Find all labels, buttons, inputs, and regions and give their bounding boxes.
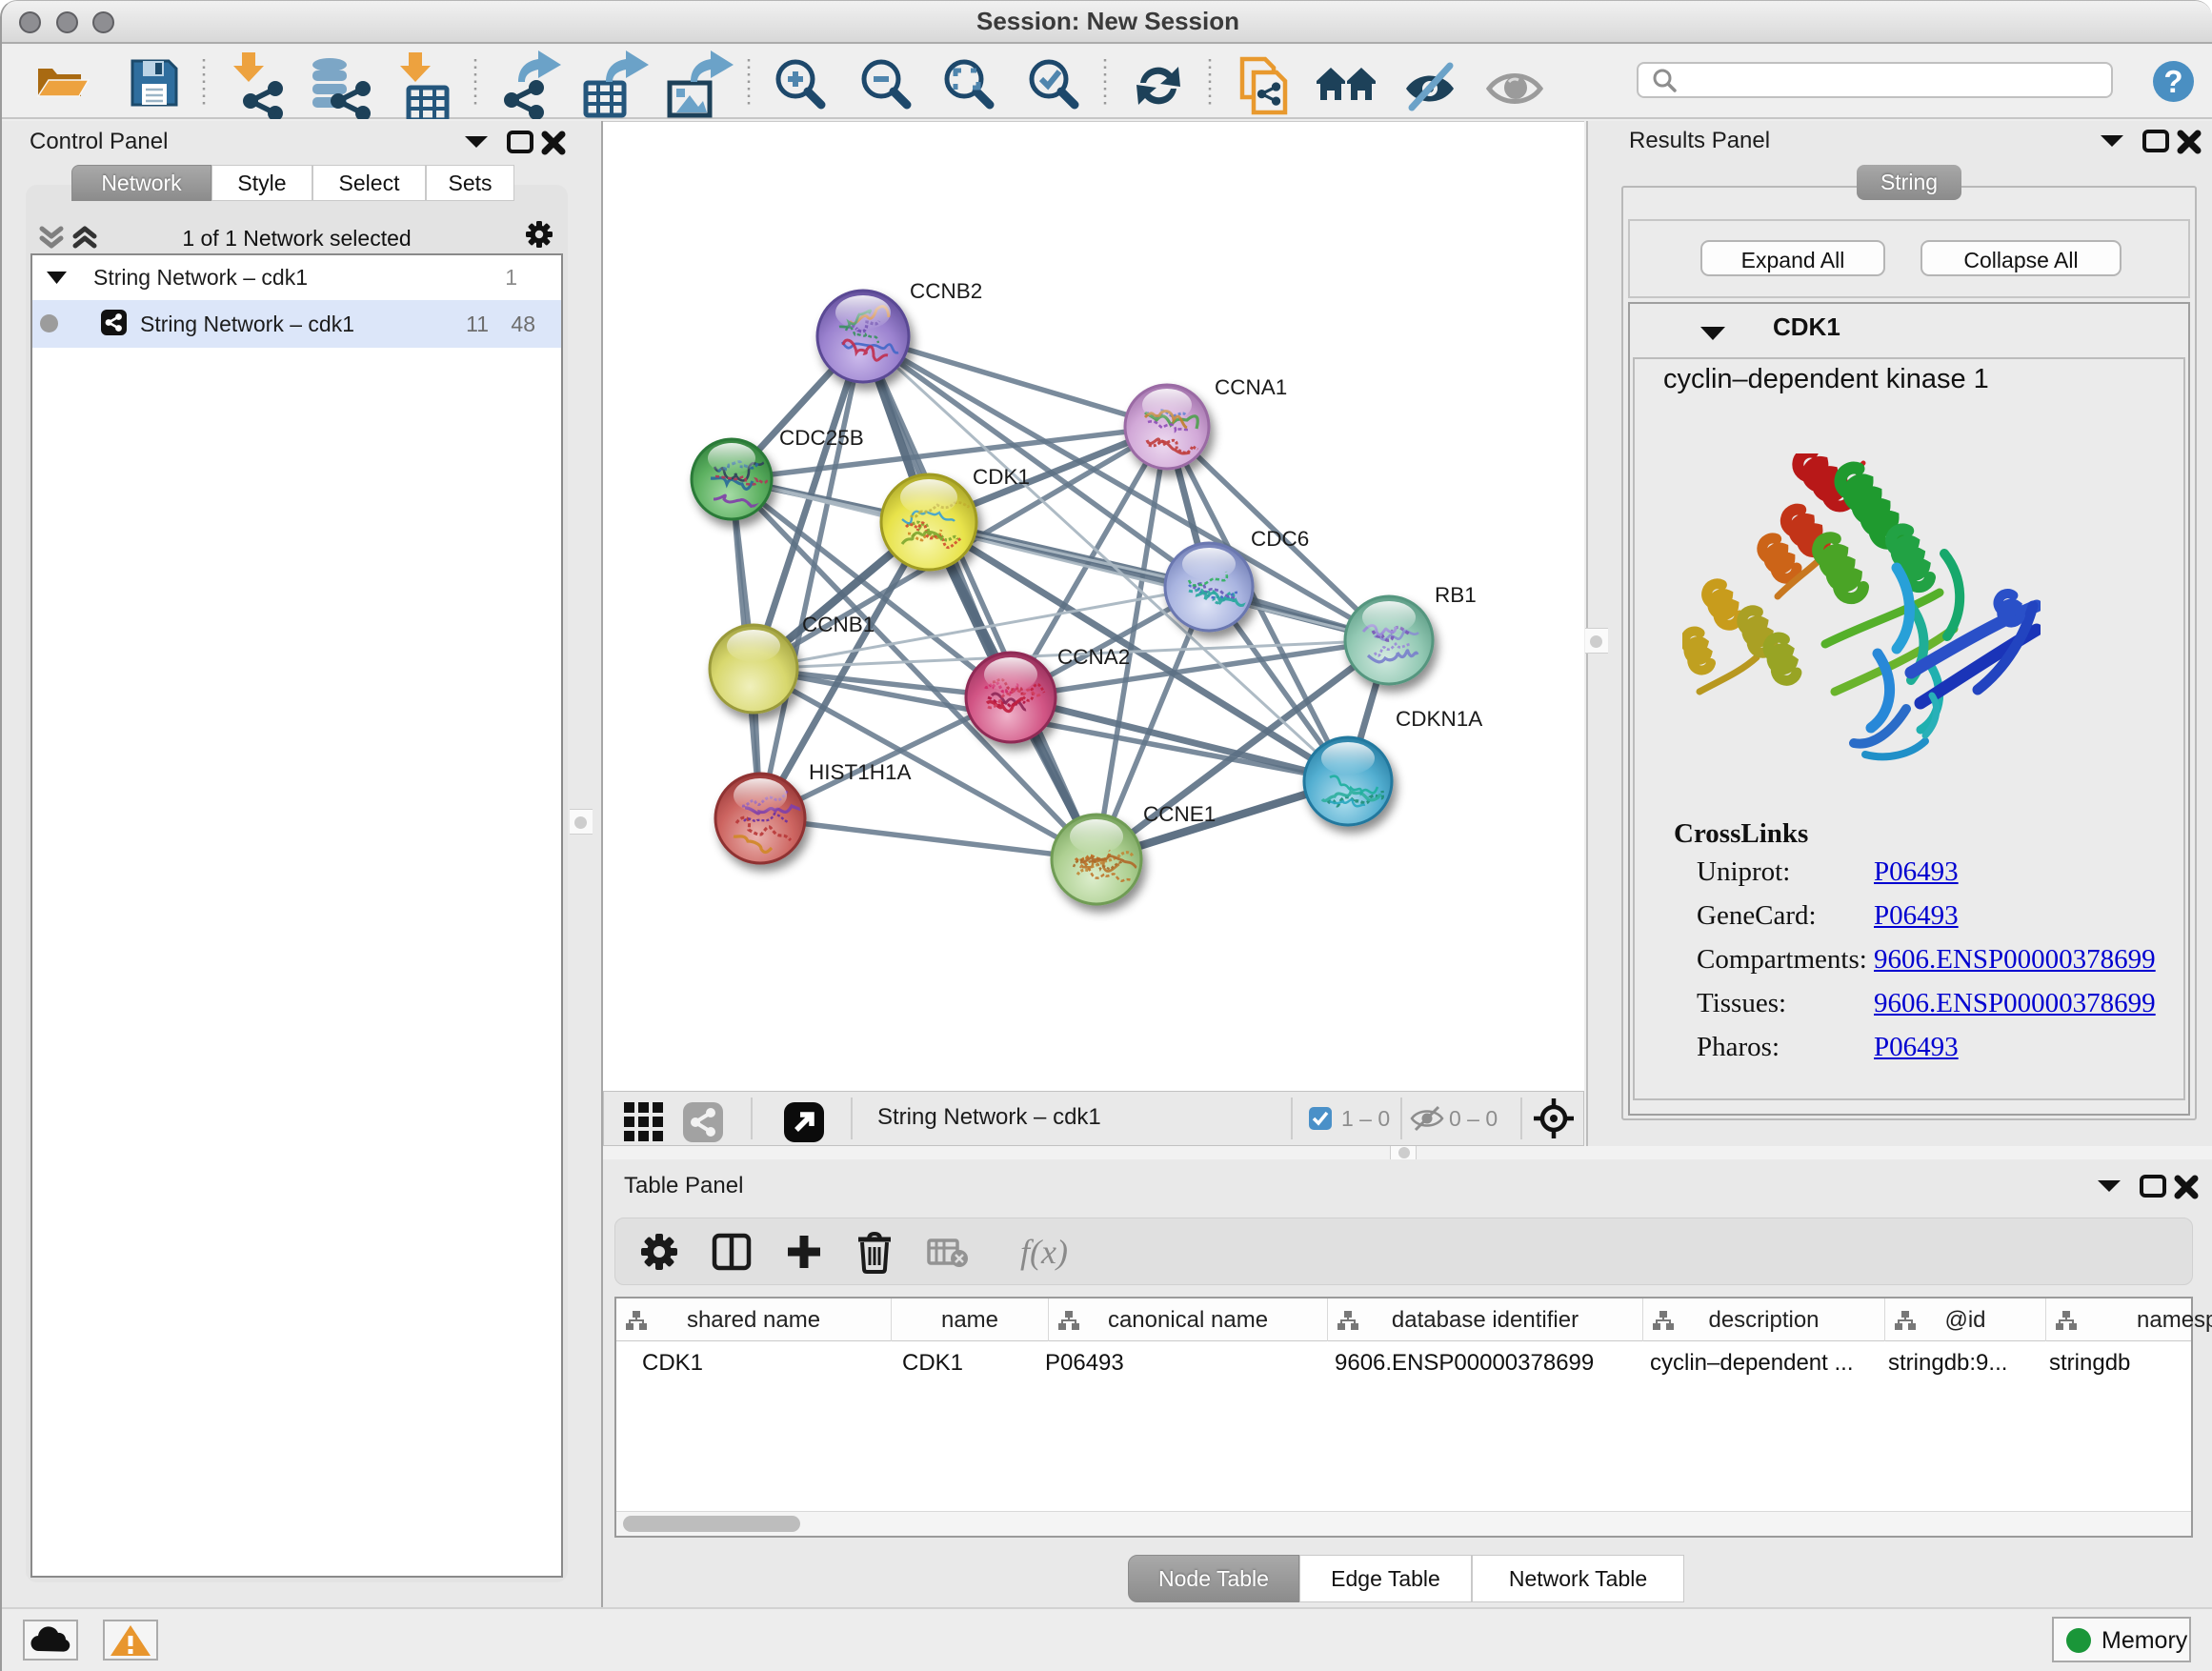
svg-text:f(x): f(x)	[1020, 1233, 1068, 1271]
svg-text:RB1: RB1	[1435, 583, 1477, 607]
svg-text:CCNE1: CCNE1	[1143, 802, 1216, 826]
svg-text:CDKN1A: CDKN1A	[1396, 707, 1482, 731]
svg-text:CDC6: CDC6	[1251, 527, 1309, 551]
svg-text:CDK1: CDK1	[973, 465, 1030, 489]
svg-text:CCNB2: CCNB2	[910, 279, 982, 303]
svg-text:CDC25B: CDC25B	[779, 426, 864, 450]
svg-text:CCNA1: CCNA1	[1215, 375, 1287, 399]
svg-text:HIST1H1A: HIST1H1A	[809, 760, 912, 784]
svg-text:CCNA2: CCNA2	[1057, 645, 1130, 669]
svg-text:CCNB1: CCNB1	[802, 613, 875, 636]
